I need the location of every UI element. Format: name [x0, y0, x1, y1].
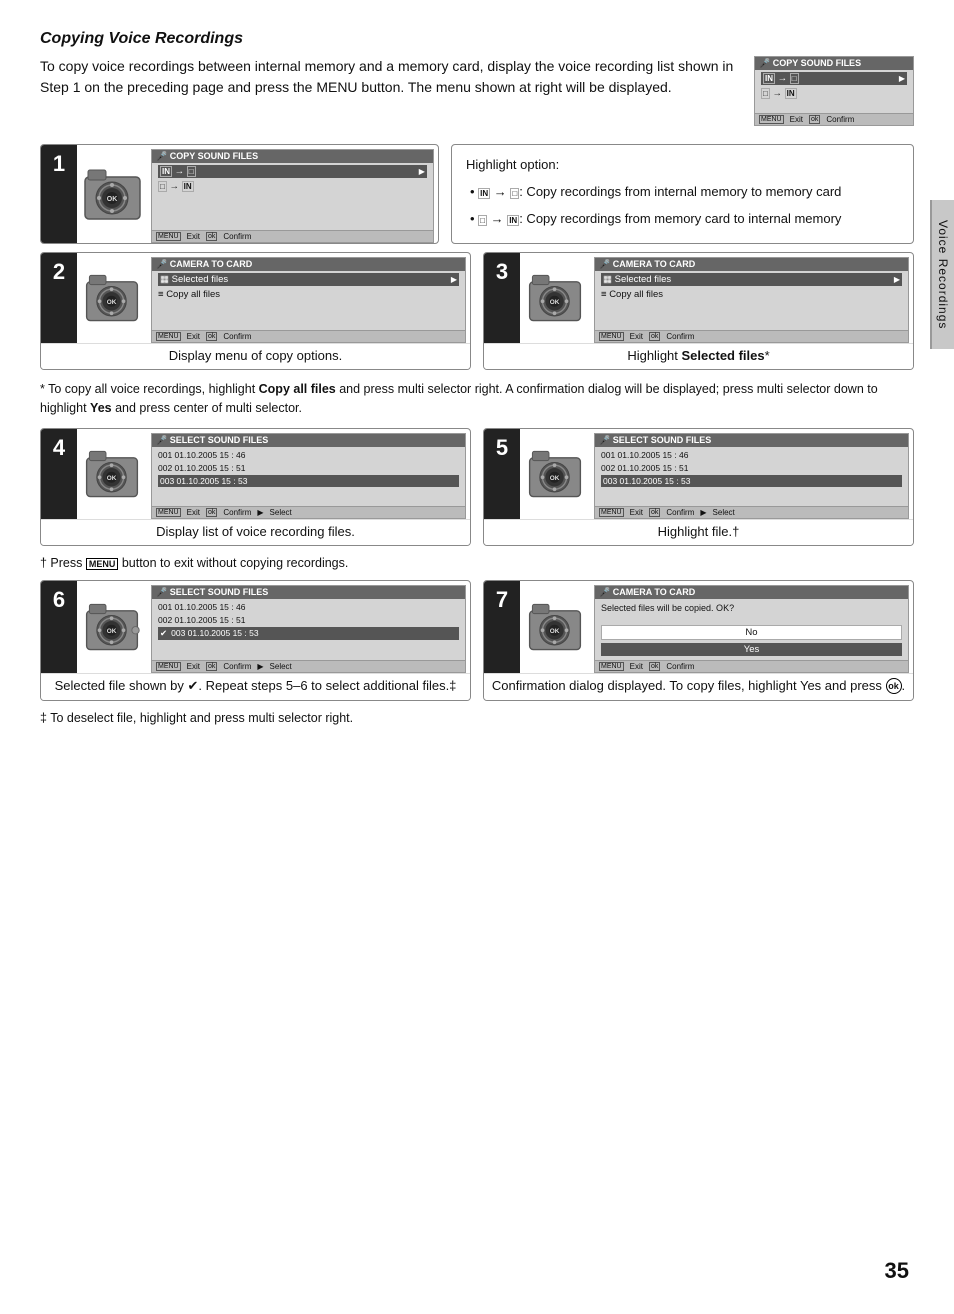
step7-yes: Yes — [601, 643, 902, 656]
step-5-box: 5 OK 🎤 S — [483, 428, 914, 546]
step-4-camera: OK — [77, 429, 147, 519]
step-2-number: 2 — [41, 253, 77, 343]
step1-row2: □ → IN — [158, 181, 194, 192]
step-3-box: 3 OK 🎤 C — [483, 252, 914, 370]
intro-menu-screenshot: 🎤 COPY SOUND FILES IN → □ ▶ □ → IN MENU … — [754, 56, 914, 126]
step2-caption: Display menu of copy options. — [41, 343, 470, 369]
step4-file-row-2: 003 01.10.2005 15 : 53 — [158, 475, 459, 487]
svg-text:OK: OK — [107, 299, 117, 306]
step-2-box: 2 OK 🎤 C — [40, 252, 471, 370]
step1-footer-confirm: Confirm — [223, 232, 251, 241]
step4-file-row-0: 001 01.10.2005 15 : 46 — [158, 449, 459, 461]
step-7-box: 7 OK 🎤 C — [483, 580, 914, 701]
step-3-number: 3 — [484, 253, 520, 343]
page-number: 35 — [885, 1258, 909, 1283]
step-6-number: 6 — [41, 581, 77, 673]
step7-caption: Confirmation dialog displayed. To copy f… — [484, 673, 913, 701]
step5-caption: Highlight file.† — [484, 519, 913, 545]
svg-text:OK: OK — [550, 628, 560, 635]
step7-no: No — [601, 625, 902, 640]
intro-footer-confirm: Confirm — [826, 115, 854, 124]
note-3: ‡ To deselect file, highlight and press … — [40, 711, 914, 725]
step3-confirm: Confirm — [666, 332, 694, 341]
step2-exit: Exit — [187, 332, 200, 341]
step1-bullet1: IN → □: Copy recordings from internal me… — [470, 182, 899, 203]
svg-text:OK: OK — [107, 628, 117, 635]
step1-row1: IN → □ — [160, 166, 196, 177]
step3-exit: Exit — [630, 332, 643, 341]
intro-ok-key: ok — [809, 115, 820, 124]
step5-file-row-0: 001 01.10.2005 15 : 46 — [601, 449, 902, 461]
step4-screen-title: 🎤 SELECT SOUND FILES — [156, 435, 268, 446]
step-2-camera: OK — [77, 253, 147, 343]
step2-row1: ▦ Selected files — [160, 274, 228, 285]
section-title: Copying Voice Recordings — [40, 30, 914, 48]
step5-file-row-2: 003 01.10.2005 15 : 53 — [601, 475, 902, 487]
step1-heading: Highlight option: — [466, 155, 899, 176]
step7-screen-title: 🎤 CAMERA TO CARD — [599, 587, 695, 598]
step-4-number: 4 — [41, 429, 77, 519]
step-4-box: 4 OK 🎤 S — [40, 428, 471, 546]
step1-footer-exit: Exit — [187, 232, 200, 241]
step1-bullet2: □ → IN: Copy recordings from memory card… — [470, 209, 899, 230]
intro-footer-exit: Exit — [790, 115, 803, 124]
note-2: † Press MENU button to exit without copy… — [40, 556, 914, 570]
note-1: * To copy all voice recordings, highligh… — [40, 380, 914, 418]
step-1-number: 1 — [41, 145, 77, 243]
step6-file-row-0: 001 01.10.2005 15 : 46 — [158, 601, 459, 613]
step1-screen-title: 🎤 COPY SOUND FILES — [156, 151, 258, 162]
step7-confirm-text: Selected files will be copied. OK? — [601, 603, 902, 615]
step4-file-row-1: 002 01.10.2005 15 : 51 — [158, 462, 459, 474]
step2-confirm: Confirm — [223, 332, 251, 341]
step-7-number: 7 — [484, 581, 520, 673]
step-5-number: 5 — [484, 429, 520, 519]
intro-row1: IN → □ — [763, 73, 799, 84]
step6-caption: Selected file shown by ✔. Repeat steps 5… — [41, 673, 470, 700]
svg-text:OK: OK — [107, 475, 117, 482]
step-1-box: 1 OK — [40, 144, 439, 244]
step3-caption: Highlight Selected files* — [484, 343, 913, 369]
step-6-box: 6 OK — [40, 580, 471, 701]
step3-screen-title: 🎤 CAMERA TO CARD — [599, 259, 695, 270]
side-label: Voice Recordings — [930, 200, 954, 349]
svg-text:OK: OK — [550, 299, 560, 306]
step-7-camera: OK — [520, 581, 590, 673]
step6-file-row-2: ✔ 003 01.10.2005 15 : 53 — [158, 627, 459, 640]
step6-screen-title: 🎤 SELECT SOUND FILES — [156, 587, 268, 598]
step5-screen-title: 🎤 SELECT SOUND FILES — [599, 435, 711, 446]
step-1-camera: OK — [77, 145, 147, 243]
step2-screen-title: 🎤 CAMERA TO CARD — [156, 259, 252, 270]
step-6-camera: OK — [77, 581, 147, 673]
intro-row2: □ → IN — [761, 88, 797, 99]
svg-text:OK: OK — [106, 196, 117, 203]
step5-file-row-1: 002 01.10.2005 15 : 51 — [601, 462, 902, 474]
intro-text: To copy voice recordings between interna… — [40, 56, 734, 98]
intro-paragraph: To copy voice recordings between interna… — [40, 58, 733, 95]
svg-text:OK: OK — [550, 475, 560, 482]
step-3-camera: OK — [520, 253, 590, 343]
step2-row2: ≡ Copy all files — [158, 289, 220, 300]
step3-row1: ▦ Selected files — [603, 274, 671, 285]
intro-menu-title: 🎤 COPY SOUND FILES — [759, 58, 861, 69]
step4-caption: Display list of voice recording files. — [41, 519, 470, 545]
step-5-camera: OK — [520, 429, 590, 519]
intro-menu-key: MENU — [759, 115, 784, 124]
step6-file-row-1: 002 01.10.2005 15 : 51 — [158, 614, 459, 626]
step3-row2: ≡ Copy all files — [601, 289, 663, 300]
step1-highlight-text: Highlight option: IN → □: Copy recording… — [451, 144, 914, 244]
